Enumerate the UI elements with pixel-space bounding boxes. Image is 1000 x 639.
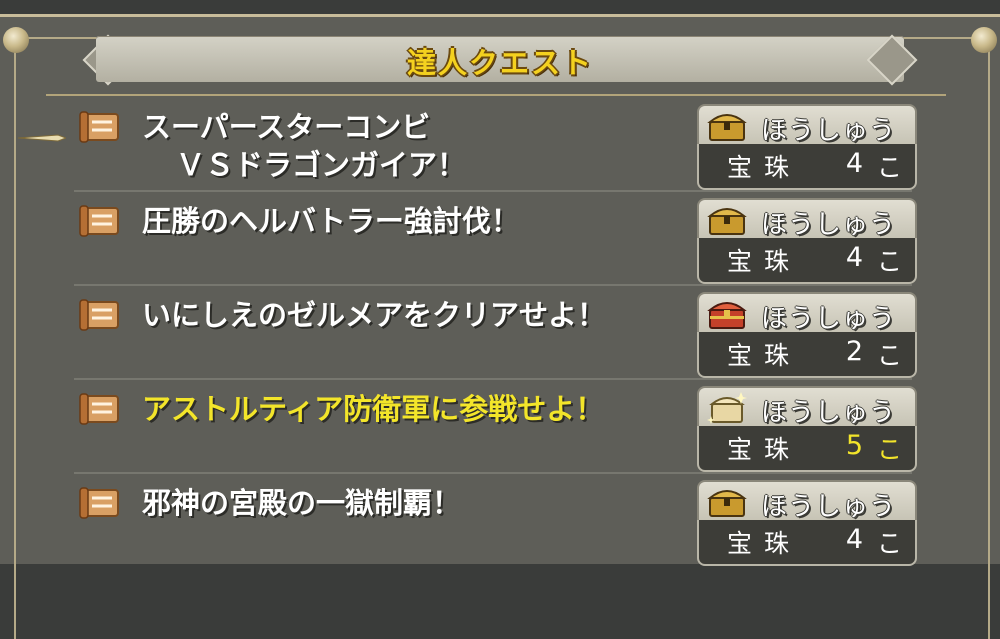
sparkle-chest-icon xyxy=(707,392,747,424)
quest-list: スーパースターコンビ ＶＳドラゴンガイア！ ほうしゅう 宝珠 4 こ 圧勝のヘル… xyxy=(70,98,920,568)
page-title: 達人クエスト xyxy=(406,46,593,80)
reward-quantity: 2 xyxy=(845,336,863,367)
reward-unit: こ xyxy=(877,529,903,558)
reward-quantity: 4 xyxy=(845,524,863,555)
reward-item-name: 宝珠 xyxy=(727,341,802,370)
reward-panel: ほうしゅう 宝珠 4 こ xyxy=(697,480,917,566)
quest-title-line1: いにしえのゼルメアをクリアせよ！ xyxy=(142,298,607,332)
quest-row[interactable]: いにしえのゼルメアをクリアせよ！ ほうしゅう 宝珠 2 こ xyxy=(70,286,920,380)
quest-scroll-icon xyxy=(79,487,119,519)
reward-quantity: 5 xyxy=(845,430,863,461)
cursor-pointer-icon xyxy=(18,134,66,142)
reward-unit: こ xyxy=(877,153,903,182)
quest-scroll-icon xyxy=(79,205,119,237)
reward-item-name: 宝珠 xyxy=(727,247,802,276)
reward-label: ほうしゅう xyxy=(761,398,897,428)
quest-scroll-icon xyxy=(79,393,119,425)
reward-label: ほうしゅう xyxy=(761,304,897,334)
title-bar: 達人クエスト xyxy=(96,36,904,82)
quest-row[interactable]: スーパースターコンビ ＶＳドラゴンガイア！ ほうしゅう 宝珠 4 こ xyxy=(70,98,920,192)
reward-item-name: 宝珠 xyxy=(727,435,802,464)
reward-panel: ほうしゅう 宝珠 4 こ xyxy=(697,104,917,190)
reward-unit: こ xyxy=(877,435,903,464)
reward-item-name: 宝珠 xyxy=(727,153,802,182)
corner-ornament-icon xyxy=(3,27,29,53)
quest-scroll-icon xyxy=(79,111,119,143)
quest-row[interactable]: 邪神の宮殿の一獄制覇！ ほうしゅう 宝珠 4 こ xyxy=(70,474,920,568)
reward-label: ほうしゅう xyxy=(761,116,897,146)
gold-chest-icon xyxy=(707,114,747,141)
quest-row[interactable]: 圧勝のヘルバトラー強討伐！ ほうしゅう 宝珠 4 こ xyxy=(70,192,920,286)
gold-chest-icon xyxy=(707,490,747,517)
quest-title: 邪神の宮殿の一獄制覇！ xyxy=(142,484,702,522)
reward-quantity: 4 xyxy=(845,148,863,179)
quest-title: 圧勝のヘルバトラー強討伐！ xyxy=(142,202,702,240)
quest-row[interactable]: アストルティア防衛軍に参戦せよ！ ほうしゅう 宝珠 5 こ xyxy=(70,380,920,474)
quest-title-line1: アストルティア防衛軍に参戦せよ！ xyxy=(142,392,605,426)
reward-panel: ほうしゅう 宝珠 4 こ xyxy=(697,198,917,284)
reward-unit: こ xyxy=(877,341,903,370)
reward-panel: ほうしゅう 宝珠 2 こ xyxy=(697,292,917,378)
reward-item-name: 宝珠 xyxy=(727,529,802,558)
red-chest-icon xyxy=(707,302,747,329)
quest-title: いにしえのゼルメアをクリアせよ！ xyxy=(142,296,702,334)
divider xyxy=(46,94,946,96)
gold-chest-icon xyxy=(707,208,747,235)
quest-scroll-icon xyxy=(79,299,119,331)
reward-unit: こ xyxy=(877,247,903,276)
reward-label: ほうしゅう xyxy=(761,492,897,522)
quest-title: アストルティア防衛軍に参戦せよ！ xyxy=(142,390,702,428)
quest-title: スーパースターコンビ ＶＳドラゴンガイア！ xyxy=(142,108,702,184)
quest-title-line1: 圧勝のヘルバトラー強討伐！ xyxy=(142,204,520,238)
reward-panel: ほうしゅう 宝珠 5 こ xyxy=(697,386,917,472)
quest-title-line1: スーパースターコンビ xyxy=(142,110,431,144)
quest-title-line2: ＶＳドラゴンガイア！ xyxy=(176,148,467,182)
quest-title-line1: 邪神の宮殿の一獄制覇！ xyxy=(142,486,462,520)
reward-label: ほうしゅう xyxy=(761,210,897,240)
corner-ornament-icon xyxy=(971,27,997,53)
reward-quantity: 4 xyxy=(845,242,863,273)
